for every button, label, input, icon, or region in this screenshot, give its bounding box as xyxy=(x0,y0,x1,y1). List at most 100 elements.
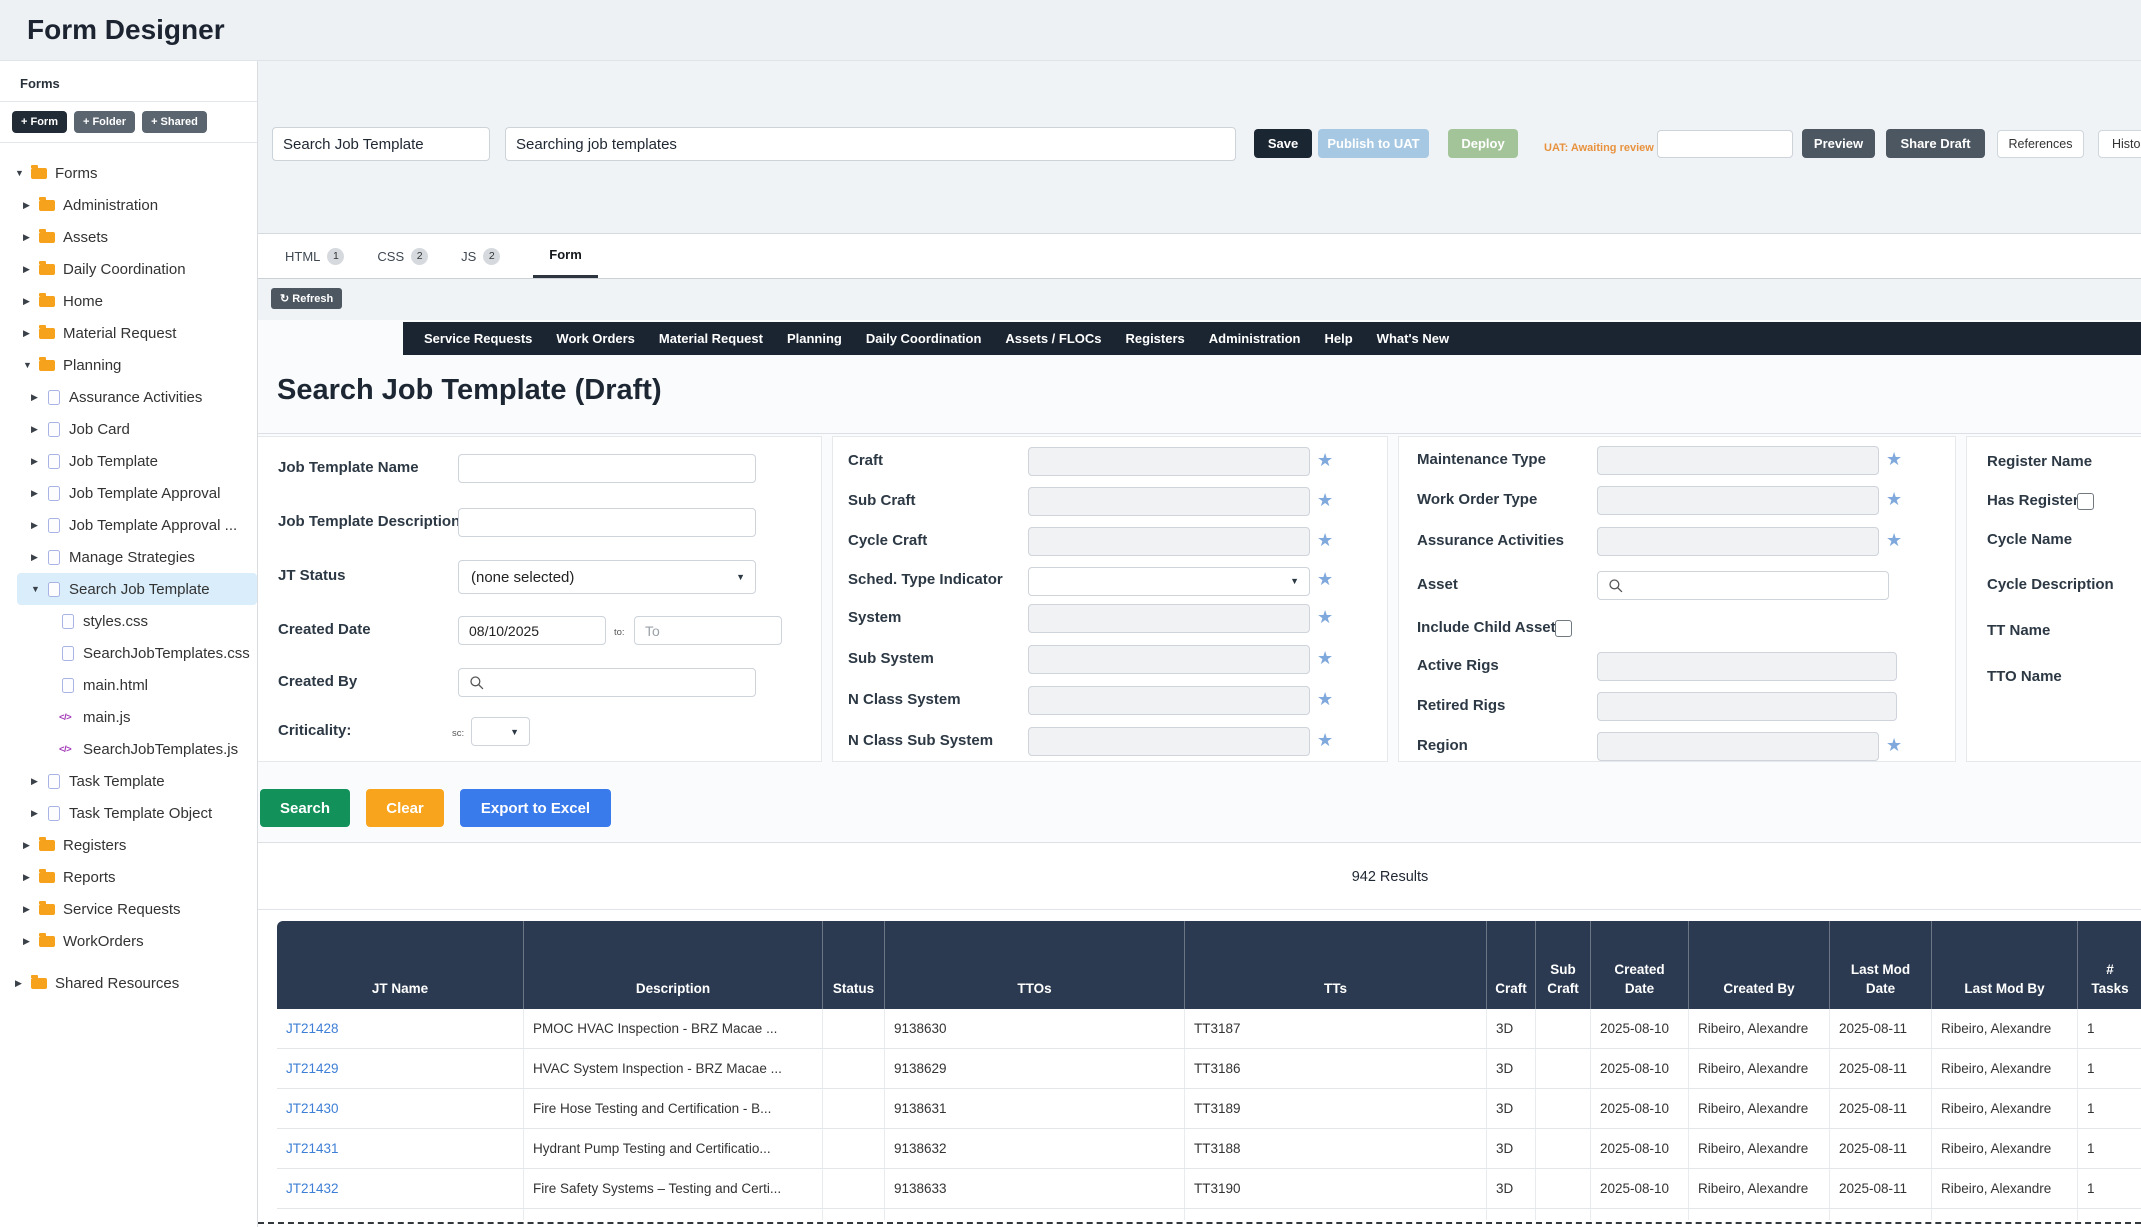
expand-caret-icon[interactable]: ▶ xyxy=(31,488,45,499)
jt-name-link[interactable]: JT21429 xyxy=(286,1061,339,1076)
favorite-star-icon[interactable]: ★ xyxy=(1317,731,1333,749)
expand-caret-icon[interactable]: ▶ xyxy=(23,296,37,307)
field-input-created-date-from[interactable] xyxy=(458,616,606,645)
field-search-asset[interactable] xyxy=(1597,571,1889,600)
tab-form[interactable]: Form xyxy=(533,234,598,278)
form-description-input[interactable] xyxy=(505,127,1236,161)
collapse-caret-icon[interactable]: ▼ xyxy=(23,360,37,370)
tree-item-job-template-approval[interactable]: ▶Job Template Approval ... xyxy=(0,509,257,541)
nav-item-administration[interactable]: Administration xyxy=(1197,322,1313,355)
jt-name-link[interactable]: JT21430 xyxy=(286,1101,339,1116)
expand-caret-icon[interactable]: ▶ xyxy=(23,904,37,915)
tree-item-job-template[interactable]: ▶Job Template xyxy=(0,445,257,477)
add-folder-button[interactable]: + Folder xyxy=(74,111,135,133)
jt-name-link[interactable]: JT21432 xyxy=(286,1181,339,1196)
tree-item-assets[interactable]: ▶Assets xyxy=(0,221,257,253)
tree-item-material-request[interactable]: ▶Material Request xyxy=(0,317,257,349)
column-header-craft[interactable]: Craft xyxy=(1487,921,1536,1009)
favorite-star-icon[interactable]: ★ xyxy=(1317,570,1333,588)
column-header-description[interactable]: Description xyxy=(524,921,823,1009)
checkbox-include-child-assets[interactable] xyxy=(1555,620,1572,637)
tree-item-job-card[interactable]: ▶Job Card xyxy=(0,413,257,445)
expand-caret-icon[interactable]: ▶ xyxy=(31,424,45,435)
tree-item-main-js[interactable]: </>main.js xyxy=(0,701,257,733)
tree-item-searchjobtemplates-css[interactable]: SearchJobTemplates.css xyxy=(0,637,257,669)
field-select-sched-type-indicator[interactable]: ▼ xyxy=(1028,567,1310,596)
favorite-star-icon[interactable]: ★ xyxy=(1886,450,1902,468)
references-button[interactable]: References xyxy=(1997,130,2084,158)
column-header-created-by[interactable]: Created By xyxy=(1689,921,1830,1009)
nav-item-work-orders[interactable]: Work Orders xyxy=(544,322,647,355)
tree-item-search-job-template[interactable]: ▼Search Job Template xyxy=(17,573,257,605)
nav-item-registers[interactable]: Registers xyxy=(1114,322,1197,355)
tree-item-registers[interactable]: ▶Registers xyxy=(0,829,257,861)
expand-caret-icon[interactable]: ▶ xyxy=(23,200,37,211)
nav-item-assets-flocs[interactable]: Assets / FLOCs xyxy=(993,322,1113,355)
column-header-tts[interactable]: TTs xyxy=(1185,921,1487,1009)
refresh-button[interactable]: ↻ Refresh xyxy=(271,288,342,309)
tree-item-home[interactable]: ▶Home xyxy=(0,285,257,317)
column-header-sub-craft[interactable]: Sub Craft xyxy=(1536,921,1591,1009)
column-header-created-date[interactable]: Created Date xyxy=(1591,921,1689,1009)
expand-caret-icon[interactable]: ▶ xyxy=(31,456,45,467)
tree-item-forms[interactable]: ▼Forms xyxy=(0,157,257,189)
favorite-star-icon[interactable]: ★ xyxy=(1317,491,1333,509)
favorite-star-icon[interactable]: ★ xyxy=(1886,736,1902,754)
favorite-star-icon[interactable]: ★ xyxy=(1317,608,1333,626)
add-shared-button[interactable]: + Shared xyxy=(142,111,207,133)
tab-html[interactable]: HTML1 xyxy=(285,234,344,278)
field-input-job-template-name[interactable] xyxy=(458,454,756,483)
column-header-jt-name[interactable]: JT Name xyxy=(277,921,524,1009)
column-header-ttos[interactable]: TTOs xyxy=(885,921,1185,1009)
expand-caret-icon[interactable]: ▶ xyxy=(23,328,37,339)
field-input-created-date-to[interactable] xyxy=(634,616,782,645)
expand-caret-icon[interactable]: ▶ xyxy=(23,840,37,851)
tree-item-assurance-activities[interactable]: ▶Assurance Activities xyxy=(0,381,257,413)
expand-caret-icon[interactable]: ▶ xyxy=(31,520,45,531)
tree-item-planning[interactable]: ▼Planning xyxy=(0,349,257,381)
tree-item-shared-resources[interactable]: ▶Shared Resources xyxy=(0,967,257,999)
expand-caret-icon[interactable]: ▶ xyxy=(31,392,45,403)
tree-item-administration[interactable]: ▶Administration xyxy=(0,189,257,221)
nav-item-material-request[interactable]: Material Request xyxy=(647,322,775,355)
tree-item-job-template-approval[interactable]: ▶Job Template Approval xyxy=(0,477,257,509)
expand-caret-icon[interactable]: ▶ xyxy=(31,776,45,787)
column-header-status[interactable]: Status xyxy=(823,921,885,1009)
jt-name-link[interactable]: JT21428 xyxy=(286,1021,339,1036)
column-header-last-mod-date[interactable]: Last Mod Date xyxy=(1830,921,1932,1009)
column-header-tasks[interactable]: # Tasks xyxy=(2078,921,2141,1009)
expand-caret-icon[interactable]: ▶ xyxy=(23,264,37,275)
tab-js[interactable]: JS2 xyxy=(461,234,500,278)
publish-to-uat-button[interactable]: Publish to UAT xyxy=(1318,129,1429,158)
favorite-star-icon[interactable]: ★ xyxy=(1317,451,1333,469)
expand-caret-icon[interactable]: ▶ xyxy=(23,232,37,243)
tree-item-service-requests[interactable]: ▶Service Requests xyxy=(0,893,257,925)
nav-item-service-requests[interactable]: Service Requests xyxy=(412,322,544,355)
field-input-job-template-description[interactable] xyxy=(458,508,756,537)
deploy-button[interactable]: Deploy xyxy=(1448,129,1518,158)
export-to-excel-button[interactable]: Export to Excel xyxy=(460,789,611,827)
add-form-button[interactable]: + Form xyxy=(12,111,67,133)
nav-item-what-s-new[interactable]: What's New xyxy=(1365,322,1461,355)
field-search-created-by[interactable] xyxy=(458,668,756,697)
expand-caret-icon[interactable]: ▶ xyxy=(23,936,37,947)
jt-name-link[interactable]: JT21431 xyxy=(286,1141,339,1156)
field-select-jt-status[interactable]: (none selected)▼ xyxy=(458,560,756,594)
clear-button[interactable]: Clear xyxy=(366,789,444,827)
tree-item-main-html[interactable]: main.html xyxy=(0,669,257,701)
expand-caret-icon[interactable]: ▶ xyxy=(23,872,37,883)
uat-input[interactable] xyxy=(1657,130,1793,158)
share-draft-button[interactable]: Share Draft xyxy=(1886,129,1985,158)
tree-item-reports[interactable]: ▶Reports xyxy=(0,861,257,893)
tree-item-searchjobtemplates-js[interactable]: </>SearchJobTemplates.js xyxy=(0,733,257,765)
nav-item-daily-coordination[interactable]: Daily Coordination xyxy=(854,322,994,355)
preview-button[interactable]: Preview xyxy=(1802,129,1875,158)
tab-css[interactable]: CSS2 xyxy=(377,234,428,278)
expand-caret-icon[interactable]: ▶ xyxy=(15,978,29,989)
form-name-input[interactable] xyxy=(272,127,490,161)
tree-item-styles-css[interactable]: styles.css xyxy=(0,605,257,637)
collapse-caret-icon[interactable]: ▼ xyxy=(15,168,29,178)
search-button[interactable]: Search xyxy=(260,789,350,827)
tree-item-daily-coordination[interactable]: ▶Daily Coordination xyxy=(0,253,257,285)
nav-item-planning[interactable]: Planning xyxy=(775,322,854,355)
